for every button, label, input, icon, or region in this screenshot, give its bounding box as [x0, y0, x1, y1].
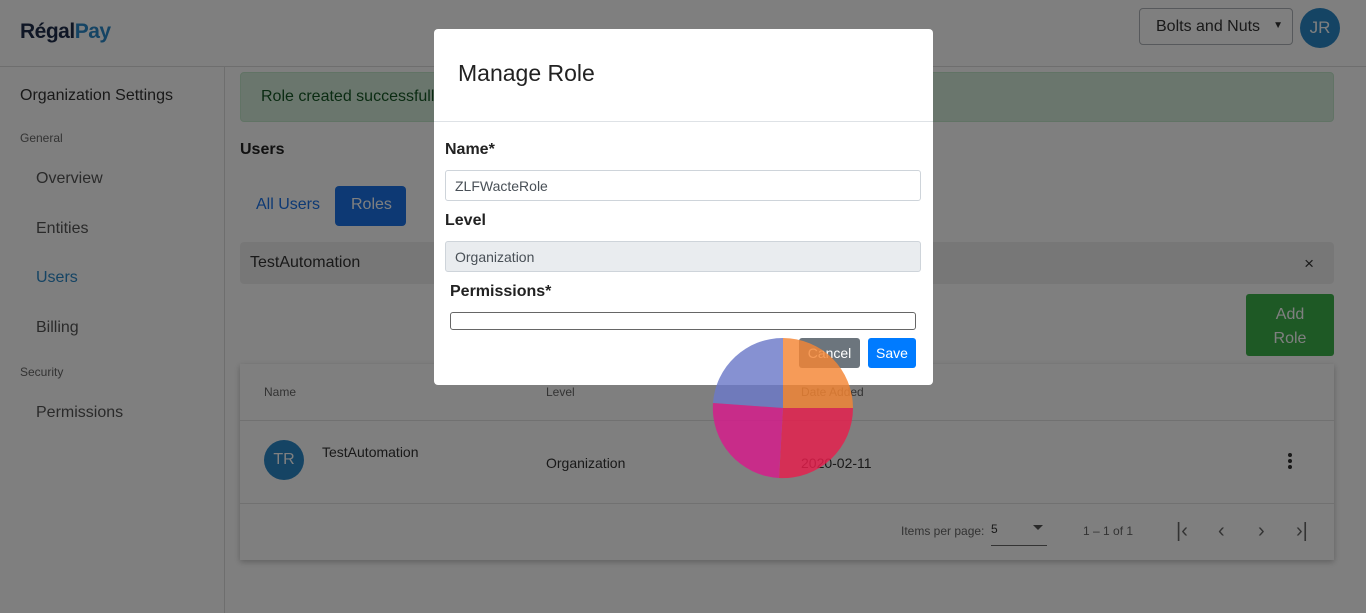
spinner-segment-magenta	[712, 403, 783, 478]
spinner-segment-red	[779, 408, 854, 479]
dialog-title: Manage Role	[458, 60, 595, 86]
level-field	[445, 241, 921, 272]
manage-role-dialog: Manage Role Name* Level Permissions* Can…	[434, 29, 933, 385]
loading-spinner-icon	[712, 337, 854, 479]
spinner-segment-orange	[783, 338, 853, 408]
role-name-field[interactable]	[445, 170, 921, 201]
name-label: Name*	[445, 141, 495, 158]
spinner-segment-blue	[713, 337, 783, 408]
level-label: Level	[445, 212, 486, 229]
permissions-field[interactable]	[450, 312, 916, 330]
divider	[434, 121, 933, 122]
save-button[interactable]: Save	[868, 338, 916, 368]
permissions-label: Permissions*	[450, 283, 552, 300]
